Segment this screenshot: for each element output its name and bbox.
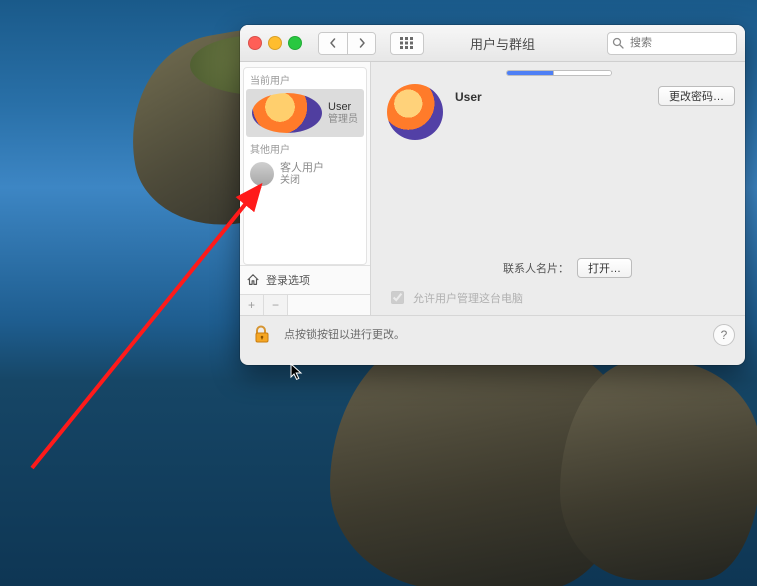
lock-hint-text: 点按锁按钮以进行更改。: [284, 326, 405, 342]
avatar: [252, 93, 322, 133]
avatar: [250, 162, 274, 186]
contact-card-label: 联系人名片：: [503, 260, 569, 276]
add-remove-bar: + −: [240, 294, 370, 315]
show-all-button[interactable]: [390, 32, 424, 55]
allow-admin-checkbox: [391, 291, 404, 304]
users-sidebar: 当前用户 User 管理员 其他用户 客人用户 关闭: [240, 62, 371, 315]
users-list: 当前用户 User 管理员 其他用户 客人用户 关闭: [243, 67, 367, 265]
window-zoom-button[interactable]: [288, 36, 302, 50]
allow-admin-row: 允许用户管理这台电脑: [387, 288, 735, 307]
search-icon: [612, 37, 624, 49]
home-icon: [246, 273, 260, 287]
sidebar-user-role: 管理员: [328, 114, 358, 125]
sidebar-user-role: 关闭: [280, 175, 324, 186]
contact-card-row: 联系人名片： 打开…: [503, 258, 735, 278]
login-options-label: 登录选项: [266, 272, 310, 288]
search-input[interactable]: [628, 36, 717, 50]
sidebar-user-name: 客人用户: [280, 162, 324, 174]
wallpaper-rock: [560, 360, 757, 580]
search-field[interactable]: [607, 32, 737, 55]
lock-button[interactable]: [250, 322, 274, 346]
password-loginitems-tabs: 密码 登录项: [506, 70, 612, 76]
sidebar-user-name: User: [328, 101, 358, 113]
users-groups-window: 用户与群组 当前用户 User 管理员: [240, 25, 745, 365]
chevron-left-icon: [328, 38, 338, 48]
window-title: 用户与群组: [470, 34, 535, 53]
user-detail-panel: 密码 登录项 User 更改密码… 联系人名片： 打开… 允许用户管理这台: [371, 62, 745, 315]
window-close-button[interactable]: [248, 36, 262, 50]
nav-forward-button[interactable]: [347, 33, 375, 54]
sidebar-item-guest-user[interactable]: 客人用户 关闭: [244, 158, 366, 190]
nav-back-forward: [318, 32, 376, 55]
tab-password[interactable]: 密码: [507, 71, 553, 76]
grid-icon: [400, 37, 414, 49]
tab-login-items[interactable]: 登录项: [553, 71, 611, 76]
remove-user-button[interactable]: −: [264, 295, 288, 315]
window-titlebar: 用户与群组: [240, 25, 745, 62]
cursor-annotation: [290, 363, 304, 381]
chevron-right-icon: [357, 38, 367, 48]
desktop-wallpaper: 用户与群组 当前用户 User 管理员: [0, 0, 757, 586]
profile-username: User: [455, 90, 482, 104]
open-contact-button[interactable]: 打开…: [577, 258, 632, 278]
nav-back-button[interactable]: [319, 33, 347, 54]
sidebar-section-current: 当前用户: [244, 68, 366, 89]
window-minimize-button[interactable]: [268, 36, 282, 50]
login-options-row[interactable]: 登录选项: [240, 265, 370, 294]
help-button[interactable]: ?: [713, 324, 735, 346]
profile-avatar[interactable]: [387, 84, 443, 140]
profile-row: User 更改密码…: [383, 84, 735, 140]
window-content: 当前用户 User 管理员 其他用户 客人用户 关闭: [240, 62, 745, 315]
add-user-button[interactable]: +: [240, 295, 264, 315]
sidebar-item-current-user[interactable]: User 管理员: [246, 89, 364, 137]
allow-admin-label: 允许用户管理这台电脑: [413, 290, 523, 306]
change-password-button[interactable]: 更改密码…: [658, 86, 735, 106]
window-footer: 点按锁按钮以进行更改。 ?: [240, 315, 745, 352]
lock-icon: [252, 324, 272, 344]
sidebar-section-other: 其他用户: [244, 137, 366, 158]
